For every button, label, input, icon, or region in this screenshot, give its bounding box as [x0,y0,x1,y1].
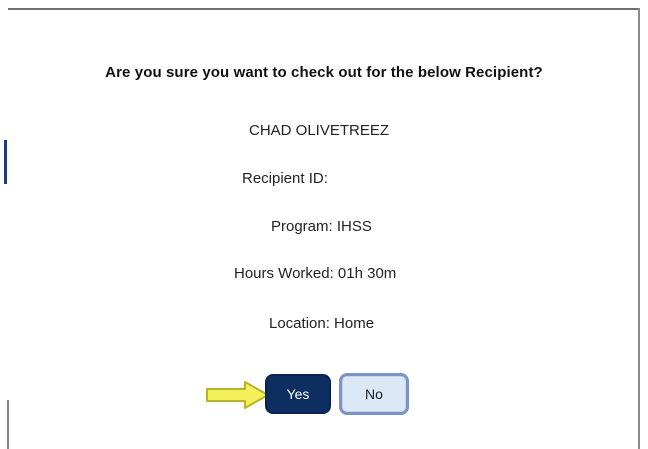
screen: Are you sure you want to check out for t… [0,0,648,449]
dialog-question: Are you sure you want to check out for t… [105,64,543,81]
location-text: Location: Home [269,315,375,332]
no-button[interactable]: No [339,373,409,415]
arrow-right-icon [206,381,269,409]
yes-button[interactable]: Yes [265,374,331,414]
recipient-id-label: Recipient ID: [242,170,328,187]
window-right-border [638,8,640,449]
window-left-border [7,400,9,449]
recipient-name: CHAD OLIVETREEZ [249,122,390,139]
checkout-confirmation-dialog: Are you sure you want to check out for t… [10,10,638,449]
program-text: Program: IHSS [271,218,372,235]
background-edge [4,140,7,184]
hours-worked-text: Hours Worked: 01h 30m [234,265,397,282]
